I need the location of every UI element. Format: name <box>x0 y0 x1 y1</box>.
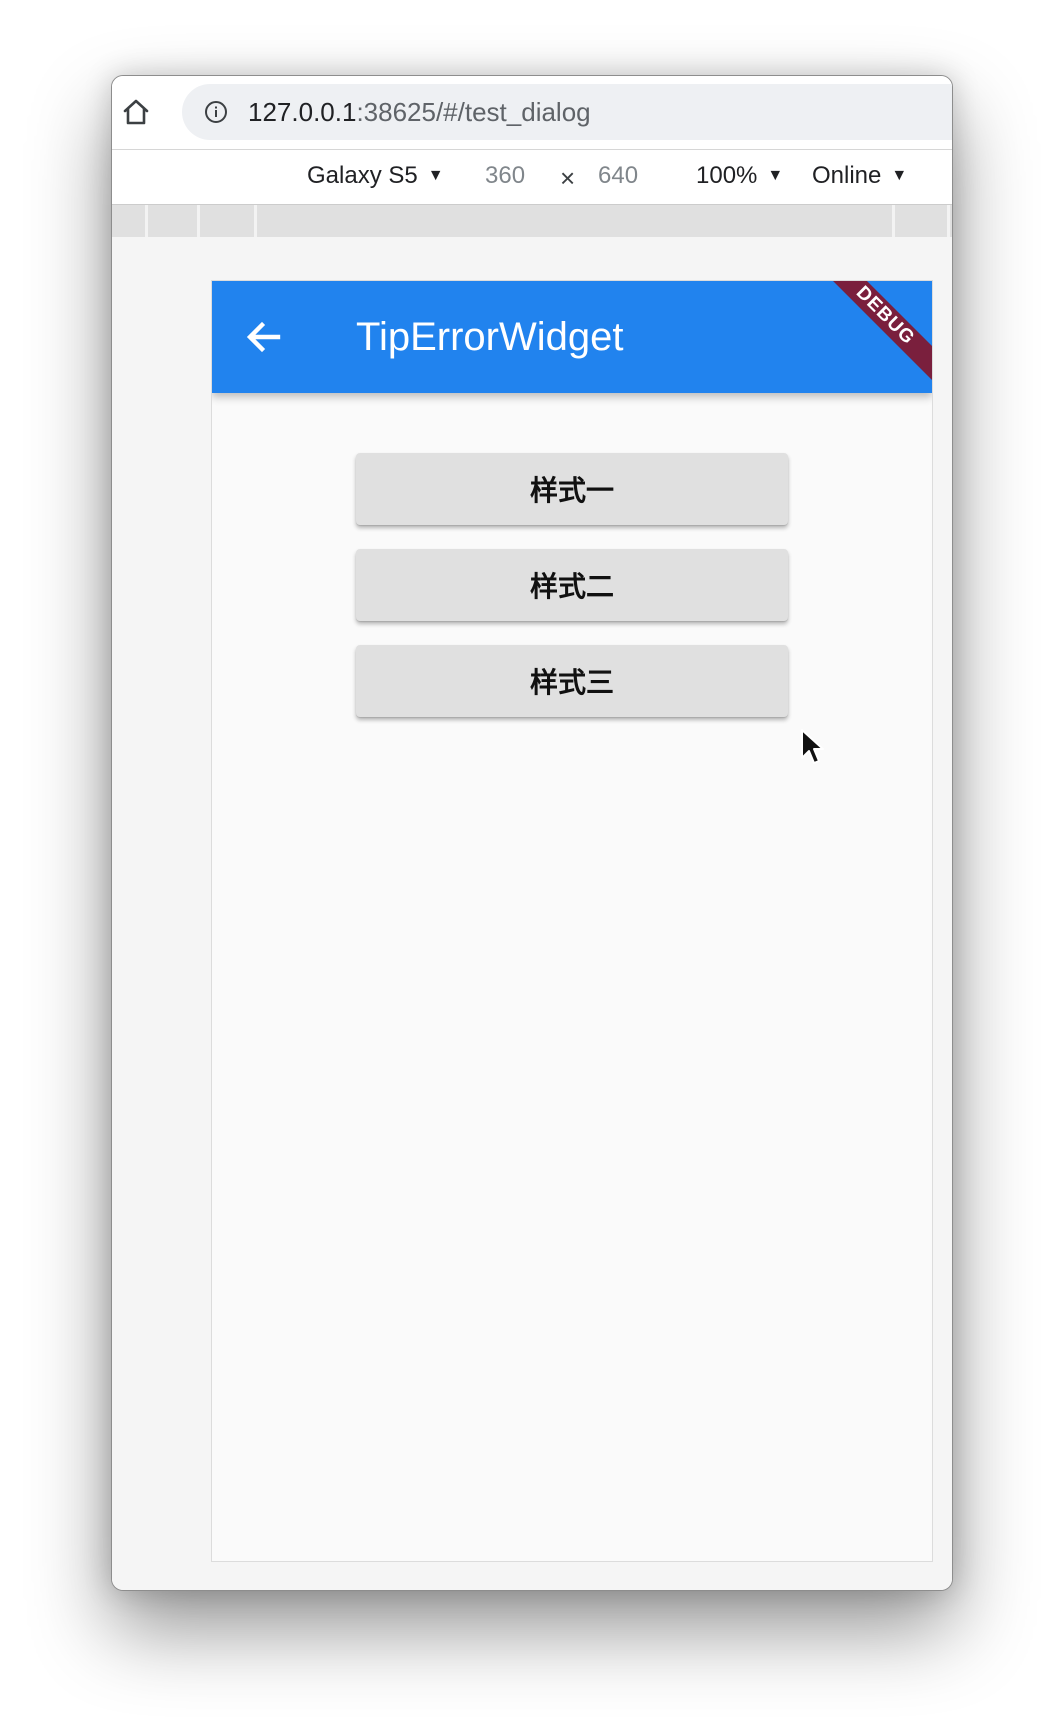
ruler-divider <box>947 205 950 237</box>
dropdown-caret-icon: ▼ <box>767 167 784 184</box>
width-input[interactable]: 360 <box>485 162 525 190</box>
back-button[interactable] <box>240 313 288 361</box>
device-toolbar: Galaxy S5 ▼ 360 × 640 100% ▼ Online ▼ <box>112 149 952 205</box>
zoom-value: 100% <box>696 162 758 189</box>
height-input[interactable]: 640 <box>598 162 638 190</box>
ruler-divider <box>197 205 200 237</box>
device-select[interactable]: Galaxy S5 ▼ <box>307 162 444 190</box>
button-list: 样式一 样式二 样式三 <box>356 453 788 741</box>
browser-window: 127.0.0.1:38625/#/test_dialog Galaxy S5 … <box>111 75 953 1591</box>
address-bar-row: 127.0.0.1:38625/#/test_dialog <box>112 76 952 148</box>
emulated-viewport: TipErrorWidget DEBUG 样式一 样式二 样式三 <box>112 237 952 1590</box>
arrow-back-icon <box>246 321 281 353</box>
network-value: Online <box>812 162 882 189</box>
url-text: 127.0.0.1:38625/#/test_dialog <box>248 97 591 128</box>
device-screen: TipErrorWidget DEBUG 样式一 样式二 样式三 <box>211 280 933 1562</box>
debug-banner: DEBUG <box>809 281 932 392</box>
ruler-divider <box>254 205 257 237</box>
dimension-separator: × <box>560 163 576 193</box>
style-one-button[interactable]: 样式一 <box>356 453 788 525</box>
app-bar-title: TipErrorWidget <box>356 315 624 359</box>
network-select[interactable]: Online ▼ <box>812 162 907 190</box>
mouse-pointer-icon <box>801 729 824 764</box>
zoom-select[interactable]: 100% ▼ <box>696 162 783 190</box>
style-two-button[interactable]: 样式二 <box>356 549 788 621</box>
dropdown-caret-icon: ▼ <box>427 167 444 184</box>
device-name: Galaxy S5 <box>307 162 418 189</box>
app-bar: TipErrorWidget DEBUG <box>212 281 932 393</box>
ruler-divider <box>892 205 895 237</box>
media-query-bar[interactable] <box>112 205 952 237</box>
dropdown-caret-icon: ▼ <box>891 167 908 184</box>
home-button[interactable] <box>120 96 152 128</box>
home-icon <box>123 99 149 125</box>
url-host: 127.0.0.1 <box>248 97 357 127</box>
url-bar[interactable]: 127.0.0.1:38625/#/test_dialog <box>182 84 952 140</box>
info-icon[interactable] <box>204 100 228 124</box>
ruler-divider <box>145 205 148 237</box>
style-three-button[interactable]: 样式三 <box>356 645 788 717</box>
url-path: :38625/#/test_dialog <box>356 97 591 127</box>
